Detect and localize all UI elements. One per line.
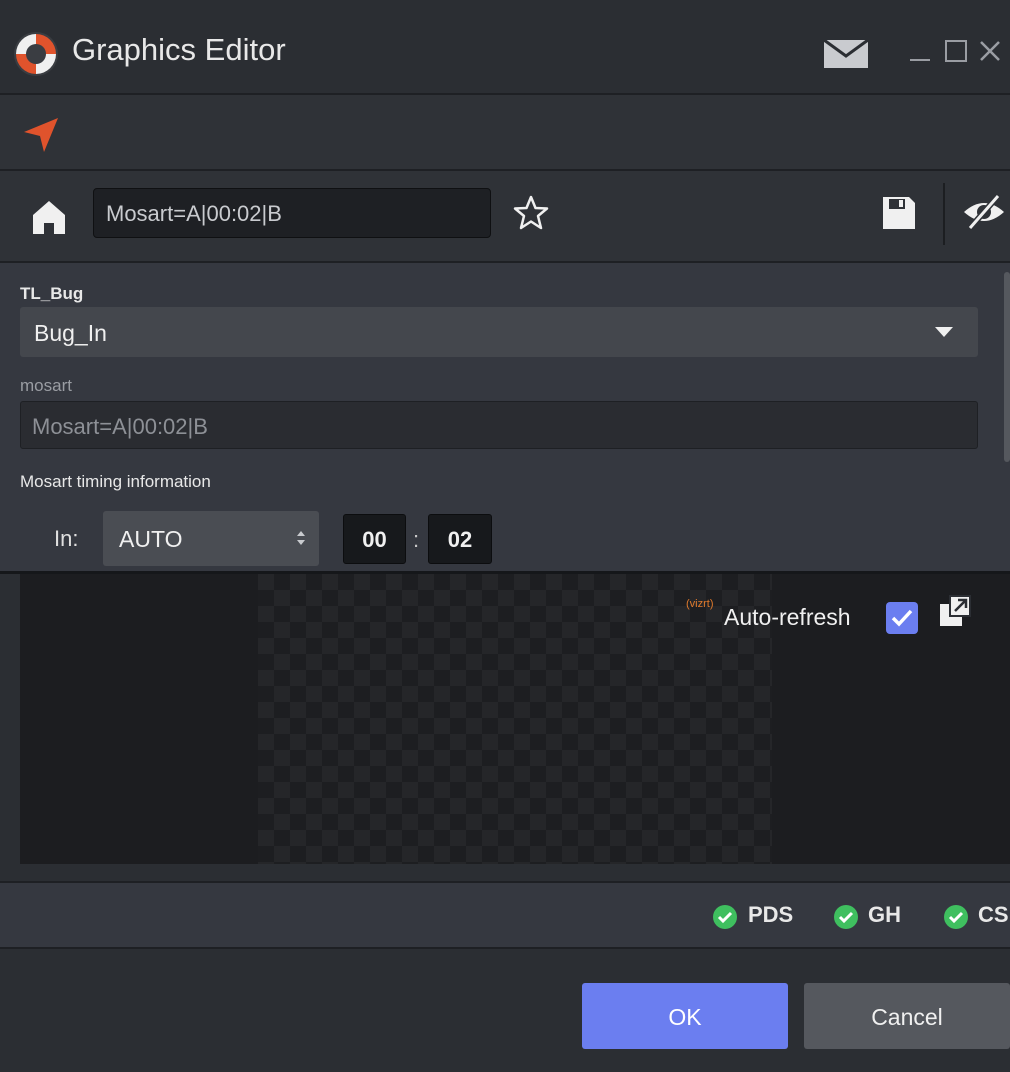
auto-refresh-label: Auto-refresh bbox=[724, 604, 851, 630]
chevron-down-icon bbox=[935, 327, 953, 337]
in-label: In: bbox=[54, 526, 79, 551]
form-scrollbar[interactable] bbox=[1004, 272, 1010, 462]
vizrt-logo: (vizrt) bbox=[686, 598, 714, 610]
in-minutes-field[interactable]: 00 bbox=[343, 514, 406, 564]
eye-off-icon[interactable] bbox=[962, 192, 1006, 232]
app-logo-icon bbox=[14, 32, 58, 76]
in-mode-select[interactable]: AUTO bbox=[103, 511, 319, 566]
save-icon[interactable] bbox=[880, 194, 918, 232]
status-gh: GH bbox=[868, 902, 901, 927]
time-separator: : bbox=[413, 527, 420, 552]
star-icon[interactable] bbox=[512, 194, 550, 232]
in-seconds-field[interactable]: 02 bbox=[428, 514, 492, 564]
maximize-icon[interactable] bbox=[945, 40, 967, 62]
preview-transparency-grid bbox=[258, 574, 772, 864]
popout-icon[interactable] bbox=[938, 594, 972, 628]
template-label: TL_Bug bbox=[20, 284, 84, 303]
mosart-label: mosart bbox=[20, 376, 72, 395]
minimize-icon[interactable] bbox=[910, 34, 930, 64]
status-pds: PDS bbox=[748, 902, 794, 927]
window-title: Graphics Editor bbox=[72, 32, 286, 67]
mail-icon[interactable] bbox=[822, 38, 870, 70]
status-cs: CS bbox=[978, 902, 1009, 927]
checkmark-icon bbox=[891, 609, 913, 627]
close-icon[interactable] bbox=[978, 36, 1002, 64]
navigation-toolbar bbox=[0, 95, 1010, 171]
home-icon[interactable] bbox=[30, 198, 68, 236]
template-select[interactable]: Bug_In bbox=[20, 307, 978, 357]
mosart-field[interactable]: Mosart=A|00:02|B bbox=[20, 401, 978, 449]
ok-button[interactable]: OK bbox=[582, 983, 788, 1049]
toolbar-divider bbox=[943, 183, 945, 245]
timing-label: Mosart timing information bbox=[20, 472, 211, 491]
cancel-button[interactable]: Cancel bbox=[804, 983, 1010, 1049]
check-circle-icon bbox=[944, 905, 968, 929]
spin-arrows-icon bbox=[297, 531, 305, 545]
auto-refresh-checkbox[interactable] bbox=[886, 602, 918, 634]
search-input[interactable]: Mosart=A|00:02|B bbox=[93, 188, 491, 238]
navigate-arrow-icon[interactable] bbox=[20, 114, 62, 156]
check-circle-icon bbox=[713, 905, 737, 929]
check-circle-icon bbox=[834, 905, 858, 929]
